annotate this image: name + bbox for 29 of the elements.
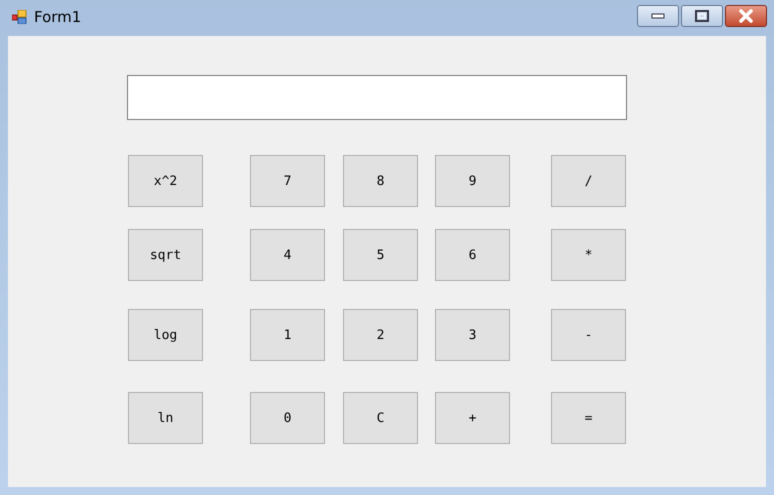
calculator-key[interactable]: 9 xyxy=(435,155,510,207)
calculator-key[interactable]: / xyxy=(551,155,626,207)
close-icon xyxy=(738,9,754,23)
calculator-key[interactable]: 0 xyxy=(250,392,325,444)
calculator-key[interactable]: log xyxy=(128,309,203,361)
calculator-key[interactable]: 5 xyxy=(343,229,418,281)
calculator-key[interactable]: 3 xyxy=(435,309,510,361)
calculator-key[interactable]: x^2 xyxy=(128,155,203,207)
calculator-key[interactable]: 4 xyxy=(250,229,325,281)
close-button[interactable] xyxy=(725,5,767,27)
minimize-icon xyxy=(651,13,665,19)
form-icon xyxy=(12,10,28,24)
display-field[interactable] xyxy=(127,75,627,120)
calculator-key[interactable]: 8 xyxy=(343,155,418,207)
calculator-key[interactable]: - xyxy=(551,309,626,361)
maximize-icon xyxy=(695,10,709,22)
calculator-key[interactable]: 2 xyxy=(343,309,418,361)
calculator-key[interactable]: = xyxy=(551,392,626,444)
calculator-key[interactable]: sqrt xyxy=(128,229,203,281)
calculator-key[interactable]: ln xyxy=(128,392,203,444)
window-title: Form1 xyxy=(34,8,82,26)
calculator-key[interactable]: C xyxy=(343,392,418,444)
calculator-key[interactable]: + xyxy=(435,392,510,444)
calculator-key[interactable]: 6 xyxy=(435,229,510,281)
maximize-button[interactable] xyxy=(681,5,723,27)
calculator-key[interactable]: 1 xyxy=(250,309,325,361)
minimize-button[interactable] xyxy=(637,5,679,27)
calculator-key[interactable]: 7 xyxy=(250,155,325,207)
calculator-key[interactable]: * xyxy=(551,229,626,281)
